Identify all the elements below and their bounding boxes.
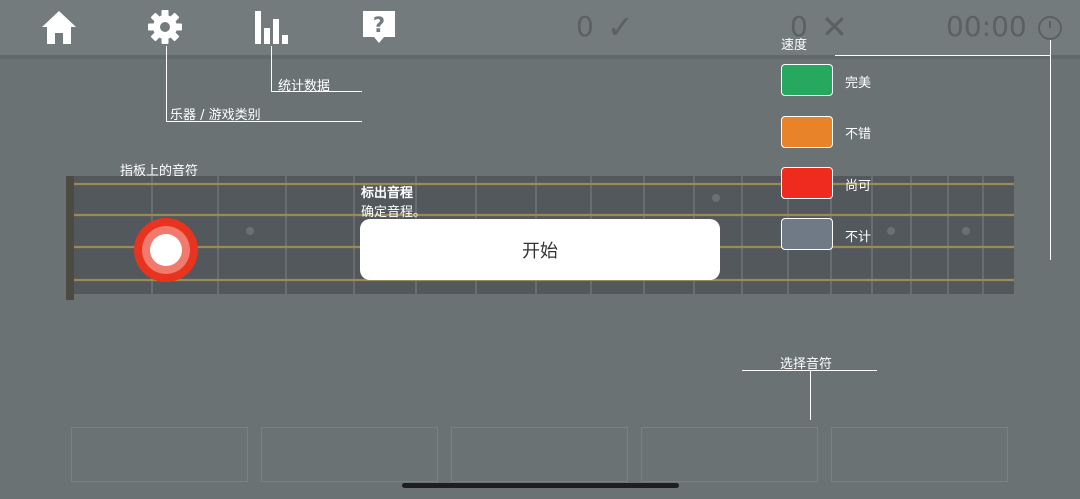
stats-icon[interactable] bbox=[253, 8, 293, 48]
home-indicator[interactable] bbox=[402, 483, 679, 488]
speed-label-good: 不错 bbox=[845, 127, 872, 142]
speed-swatch-good bbox=[781, 116, 833, 148]
speed-swatch-ok bbox=[781, 167, 833, 199]
svg-text:?: ? bbox=[373, 13, 385, 37]
stats-annotation: 统计数据 bbox=[278, 79, 331, 94]
answer-choice-3[interactable] bbox=[451, 427, 628, 482]
overlay-subtitle: 确定音程。 bbox=[361, 205, 427, 220]
speed-label-perfect: 完美 bbox=[845, 76, 872, 91]
start-button[interactable]: 开始 bbox=[360, 219, 720, 280]
clock-guide-vertical bbox=[1050, 40, 1051, 260]
answer-choice-1[interactable] bbox=[71, 427, 248, 482]
speed-legend-title: 速度 bbox=[781, 38, 808, 53]
overlay-title: 标出音程 bbox=[361, 186, 414, 201]
home-icon[interactable] bbox=[40, 8, 80, 48]
correct-count: 0 bbox=[576, 10, 594, 43]
clock-guide-line bbox=[835, 55, 1051, 56]
choose-note-guide-line bbox=[810, 370, 811, 420]
stats-guide-line bbox=[271, 46, 272, 92]
timer: 00:00 bbox=[946, 10, 1027, 43]
instrument-guide-line bbox=[166, 46, 167, 122]
help-icon[interactable]: ? bbox=[360, 8, 400, 48]
gear-icon[interactable] bbox=[146, 8, 186, 48]
answer-choice-4[interactable] bbox=[641, 427, 818, 482]
speed-label-none: 不计 bbox=[845, 230, 872, 245]
speed-swatch-perfect bbox=[781, 64, 833, 96]
answer-choice-5[interactable] bbox=[831, 427, 1008, 482]
checkmark-icon: ✓ bbox=[607, 8, 634, 46]
note-marker[interactable] bbox=[132, 216, 200, 284]
speed-swatch-none bbox=[781, 218, 833, 250]
cross-icon: ✕ bbox=[821, 8, 848, 46]
instrument-annotation: 乐器 / 游戏类别 bbox=[170, 108, 261, 123]
answer-choice-2[interactable] bbox=[261, 427, 438, 482]
speed-label-ok: 尚可 bbox=[845, 179, 872, 194]
